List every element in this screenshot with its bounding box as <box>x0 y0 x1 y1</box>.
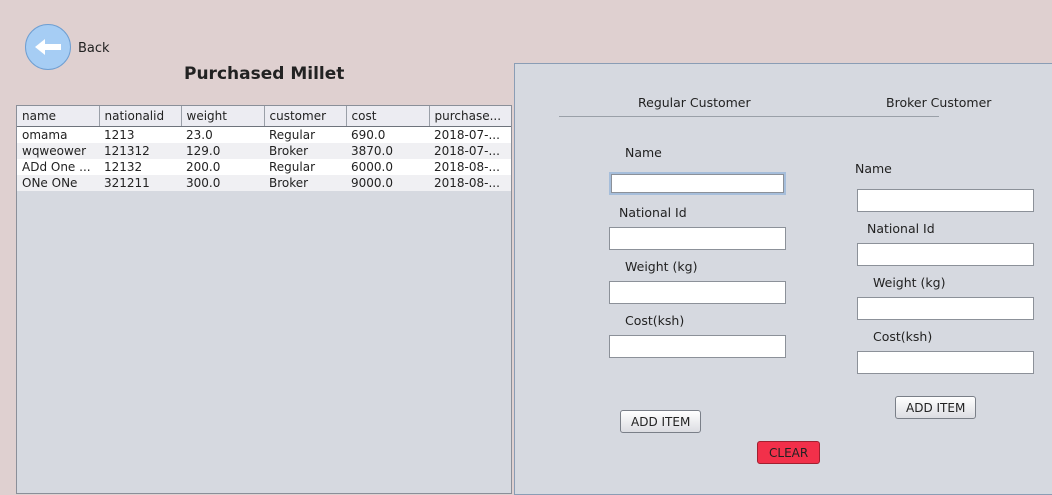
column-header-purchase-date[interactable]: purchase... <box>429 106 511 127</box>
arrow-left-icon <box>35 39 61 55</box>
cell-nationalid: 121312 <box>99 143 181 159</box>
broker-national-id-field[interactable] <box>857 243 1034 266</box>
cell-cost: 690.0 <box>346 126 429 143</box>
cell-weight: 300.0 <box>181 175 264 191</box>
cell-cost: 3870.0 <box>346 143 429 159</box>
table-row[interactable]: ONe ONe 321211 300.0 Broker 9000.0 2018-… <box>17 175 511 191</box>
regular-weight-field[interactable] <box>609 281 786 304</box>
cell-purchase-date: 2018-08-... <box>429 175 511 191</box>
cell-customer: Broker <box>264 175 346 191</box>
regular-national-id-label: National Id <box>619 205 687 220</box>
back-button[interactable] <box>25 24 71 70</box>
cell-nationalid: 321211 <box>99 175 181 191</box>
cell-nationalid: 12132 <box>99 159 181 175</box>
cell-cost: 6000.0 <box>346 159 429 175</box>
column-header-name[interactable]: name <box>17 106 100 127</box>
broker-weight-label: Weight (kg) <box>873 275 946 290</box>
cell-cost: 9000.0 <box>346 175 429 191</box>
broker-national-id-label: National Id <box>867 221 935 236</box>
broker-name-label: Name <box>855 161 892 176</box>
add-purchase-form-panel: Regular Customer Broker Customer Name Na… <box>514 63 1052 495</box>
table-row[interactable]: ADd One ... 12132 200.0 Regular 6000.0 2… <box>17 159 511 175</box>
regular-cost-label: Cost(ksh) <box>625 313 685 328</box>
purchases-table-panel: name nationalid weight customer cost pur… <box>16 105 512 494</box>
cell-name: wqweower <box>17 143 99 159</box>
cell-weight: 200.0 <box>181 159 264 175</box>
regular-customer-heading: Regular Customer <box>638 95 751 110</box>
regular-national-id-field[interactable] <box>609 227 786 250</box>
cell-purchase-date: 2018-07-... <box>429 143 511 159</box>
cell-name: ONe ONe <box>17 175 99 191</box>
cell-purchase-date: 2018-07-... <box>429 126 511 143</box>
heading-divider <box>559 116 939 117</box>
regular-add-item-button[interactable]: ADD ITEM <box>620 410 702 433</box>
page-title: Purchased Millet <box>184 64 345 84</box>
regular-cost-field[interactable] <box>609 335 786 358</box>
broker-cost-field[interactable] <box>857 351 1034 374</box>
broker-weight-field[interactable] <box>857 297 1034 320</box>
cell-name: omama <box>17 126 99 143</box>
cell-weight: 129.0 <box>181 143 264 159</box>
column-header-cost[interactable]: cost <box>346 106 430 127</box>
broker-name-field[interactable] <box>857 189 1034 212</box>
regular-weight-label: Weight (kg) <box>625 259 698 274</box>
cell-name: ADd One ... <box>17 159 99 175</box>
table-header-row: name nationalid weight customer cost pur… <box>17 106 511 127</box>
cell-nationalid: 1213 <box>99 126 181 143</box>
cell-purchase-date: 2018-08-... <box>429 159 511 175</box>
column-header-nationalid[interactable]: nationalid <box>99 106 182 127</box>
back-label: Back <box>78 41 110 56</box>
clear-button[interactable]: CLEAR <box>757 441 821 464</box>
cell-customer: Regular <box>264 126 346 143</box>
column-header-weight[interactable]: weight <box>181 106 265 127</box>
broker-cost-label: Cost(ksh) <box>873 329 933 344</box>
table-row[interactable]: wqweower 121312 129.0 Broker 3870.0 2018… <box>17 143 511 159</box>
cell-customer: Broker <box>264 143 346 159</box>
column-header-customer[interactable]: customer <box>264 106 347 127</box>
broker-customer-heading: Broker Customer <box>886 95 992 110</box>
regular-name-field[interactable] <box>609 172 786 195</box>
cell-weight: 23.0 <box>181 126 264 143</box>
purchases-table: name nationalid weight customer cost pur… <box>17 106 511 191</box>
cell-customer: Regular <box>264 159 346 175</box>
table-row[interactable]: omama 1213 23.0 Regular 690.0 2018-07-..… <box>17 126 511 143</box>
regular-name-label: Name <box>625 145 662 160</box>
broker-add-item-button[interactable]: ADD ITEM <box>895 396 977 419</box>
